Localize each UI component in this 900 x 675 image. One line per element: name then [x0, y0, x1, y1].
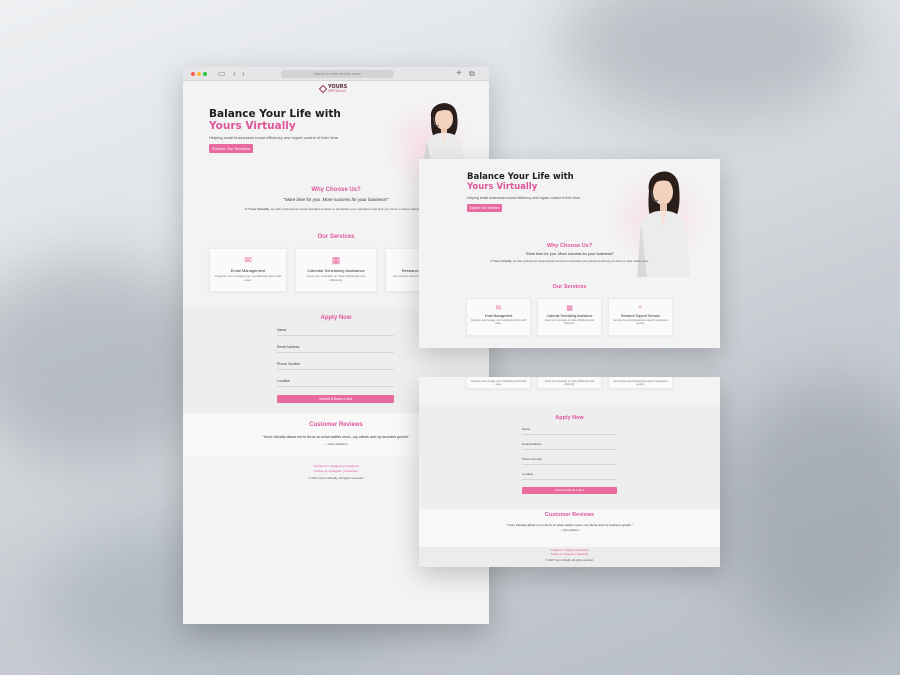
- phone-field-label: Phone Number: [277, 362, 301, 366]
- services-heading: Our Services: [552, 284, 587, 290]
- hero-title: Balance Your Life with Yours Virtually: [467, 172, 574, 192]
- background-shadow: [560, 0, 860, 120]
- background-shadow: [720, 380, 900, 640]
- why-choose-us-heading: Why Choose Us?: [546, 243, 593, 249]
- email-icon: ✉: [495, 305, 502, 312]
- contact-link[interactable]: Contact us: info@yoursvirtually.ca: [419, 549, 720, 552]
- hero-subtitle: Helping small businesses boost efficienc…: [467, 196, 581, 200]
- service-card-calendar[interactable]: ▦ Calendar Scheduling Assistance Keep yo…: [537, 298, 602, 336]
- location-field[interactable]: [277, 386, 394, 387]
- preview-panel-bottom: Organize and manage your overflowing inb…: [419, 377, 720, 567]
- hero-subtitle: Helping small businesses boost efficienc…: [209, 135, 339, 140]
- site-logo[interactable]: YOURS VIRTUALLY: [318, 85, 347, 94]
- service-card-calendar[interactable]: ▦ Calendar Scheduling Assistance Keep yo…: [295, 248, 377, 292]
- social-links[interactable]: Follow us: Instagram | Facebook: [419, 553, 720, 556]
- logo-mark-icon: [318, 85, 328, 94]
- submit-button[interactable]: Submit & Book a Slot: [277, 395, 394, 403]
- service-card-email[interactable]: Organize and manage your overflowing inb…: [466, 377, 531, 389]
- name-field[interactable]: [522, 434, 617, 435]
- new-tab-button[interactable]: +: [456, 69, 462, 79]
- calendar-icon: ▦: [331, 255, 341, 265]
- email-field-label: Email Address: [522, 442, 542, 446]
- preview-panel-top: Balance Your Life with Yours Virtually H…: [419, 159, 720, 348]
- location-field[interactable]: [522, 479, 617, 480]
- email-icon: ✉: [244, 255, 252, 265]
- explore-services-button[interactable]: Explore Our Services: [209, 144, 253, 153]
- service-card-research[interactable]: Get precise and professional research as…: [608, 377, 673, 389]
- phone-field[interactable]: [522, 464, 617, 465]
- forward-icon[interactable]: ›: [242, 69, 245, 79]
- service-card-email[interactable]: ✉ Email Management Organize and manage y…: [466, 298, 531, 336]
- phone-field-label: Phone Number: [522, 457, 543, 461]
- location-field-label: Location: [277, 379, 291, 383]
- back-icon[interactable]: ‹: [233, 69, 236, 79]
- logo-sub: VIRTUALLY: [328, 89, 347, 93]
- apply-heading: Apply Now: [555, 415, 584, 421]
- explore-services-button[interactable]: Explore Our Services: [467, 204, 502, 212]
- zoom-window-button[interactable]: [203, 72, 207, 76]
- location-field-label: Location: [522, 472, 534, 476]
- reviews-heading: Customer Reviews: [544, 512, 595, 518]
- address-bar[interactable]: Search or enter website name: [281, 70, 394, 78]
- why-quote: "More time for you. More success for you…: [525, 252, 614, 256]
- name-field-label: Name: [522, 427, 531, 431]
- email-field[interactable]: [522, 449, 617, 450]
- search-icon: ⌕: [638, 304, 643, 311]
- service-card-research[interactable]: ⌕ Research Support Services Get precise …: [608, 298, 673, 336]
- service-card-email[interactable]: ✉ Email Management Organize and manage y…: [209, 248, 287, 292]
- close-window-button[interactable]: [191, 72, 195, 76]
- phone-field[interactable]: [277, 369, 394, 370]
- calendar-icon: ▦: [566, 305, 573, 312]
- sidebar-icon[interactable]: ▭: [218, 69, 226, 79]
- browser-toolbar: ▭ ‹ › Search or enter website name + ⧉: [183, 67, 489, 81]
- assistant-photo: [423, 103, 465, 161]
- review-author: — Ruby Madison: [559, 529, 580, 532]
- why-body: At Yours Virtually, we offer professiona…: [490, 260, 649, 263]
- email-field[interactable]: [277, 352, 394, 353]
- minimize-window-button[interactable]: [197, 72, 201, 76]
- name-field[interactable]: [277, 335, 394, 336]
- hero-title: Balance Your Life with Yours Virtually: [209, 108, 341, 132]
- submit-button[interactable]: Submit & Book a Slot: [522, 487, 617, 494]
- name-field-label: Name: [277, 328, 287, 332]
- email-field-label: Email Address: [277, 345, 300, 349]
- tab-overview-icon[interactable]: ⧉: [469, 69, 475, 79]
- review-quote: "Yours Virtually allows me to focus on w…: [506, 523, 633, 527]
- service-card-calendar[interactable]: Keep your schedule on track effortlessly…: [537, 377, 602, 389]
- copyright: © 2024 Yours Virtually. All rights reser…: [545, 559, 594, 562]
